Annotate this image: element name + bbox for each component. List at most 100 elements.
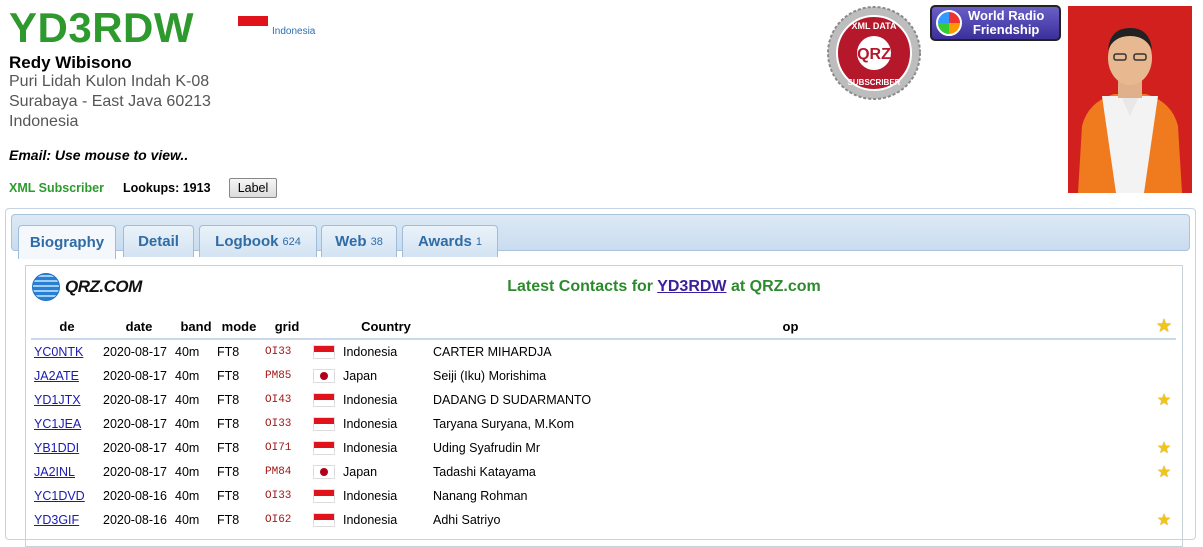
contact-op: Taryana Suryana, M.Kom: [433, 417, 575, 431]
tab-detail[interactable]: Detail: [123, 225, 194, 257]
tab-web[interactable]: Web 38: [321, 225, 397, 257]
address-line-3: Indonesia: [9, 113, 79, 130]
contact-callsign-link[interactable]: YD1JTX: [34, 393, 81, 407]
contact-band: 40m: [175, 465, 200, 479]
col-mode: mode: [217, 314, 261, 340]
tab-awards[interactable]: Awards 1: [402, 225, 498, 257]
contact-grid: PM84: [265, 466, 292, 478]
contact-grid: PM85: [265, 370, 292, 382]
contact-op: CARTER MIHARDJA: [433, 345, 552, 359]
address-line-1: Puri Lidah Kulon Indah K-08: [9, 73, 210, 90]
contact-callsign-link[interactable]: JA2INL: [34, 465, 75, 479]
contact-date: 2020-08-17: [103, 465, 167, 479]
contact-op: Adhi Satriyo: [433, 513, 501, 527]
contact-callsign-link[interactable]: YC1JEA: [34, 417, 81, 431]
country-link[interactable]: Indonesia: [272, 26, 315, 37]
logbook-count: 624: [282, 235, 301, 248]
contact-band: 40m: [175, 417, 200, 431]
contact-date: 2020-08-17: [103, 441, 167, 455]
web-count: 38: [370, 235, 383, 248]
contact-mode: FT8: [217, 513, 240, 527]
contact-country: Indonesia: [343, 513, 398, 527]
col-band: band: [175, 314, 217, 340]
contact-date: 2020-08-17: [103, 393, 167, 407]
contact-mode: FT8: [217, 345, 240, 359]
contact-band: 40m: [175, 393, 200, 407]
star-icon: ★: [1156, 440, 1172, 457]
contact-grid: OI33: [265, 418, 292, 430]
contact-callsign-link[interactable]: YC1DVD: [34, 489, 85, 503]
contact-callsign-link[interactable]: YB1DDI: [34, 441, 79, 455]
star-icon: ★: [1156, 318, 1172, 335]
contact-mode: FT8: [217, 417, 240, 431]
contacts-table: de date band mode grid Country op ★ YC0N…: [31, 314, 1176, 532]
contact-grid: OI33: [265, 490, 292, 502]
col-de: de: [31, 314, 103, 340]
contact-op: Uding Syafrudin Mr: [433, 441, 540, 455]
world-radio-friendship-badge[interactable]: World Radio Friendship: [930, 5, 1061, 41]
contact-band: 40m: [175, 489, 200, 503]
table-row: JA2INL 2020-08-17 40m FT8 PM84 Japan Tadashi K…: [31, 460, 1176, 484]
table-row: YD3GIF 2020-08-16 40m FT8 OI62 Indonesia Adhi …: [31, 508, 1176, 532]
contact-callsign-link[interactable]: JA2ATE: [34, 369, 79, 383]
contact-country: Indonesia: [343, 345, 398, 359]
indonesia-flag-icon: [313, 489, 335, 504]
indonesia-flag-icon: [313, 345, 335, 360]
globe-icon: [936, 10, 962, 36]
contact-op: Seiji (Iku) Morishima: [433, 369, 547, 383]
contact-date: 2020-08-16: [103, 489, 167, 503]
profile-tabs-panel: Biography Detail Logbook 624 Web 38 Awards…: [5, 208, 1196, 547]
callsign-link[interactable]: YD3RDW: [657, 278, 726, 295]
wrf-line-1: World Radio: [968, 8, 1045, 23]
tab-logbook[interactable]: Logbook 624: [199, 225, 317, 257]
japan-flag-icon: [313, 369, 335, 384]
email-hint[interactable]: Email: Use mouse to view..: [9, 147, 188, 163]
contact-mode: FT8: [217, 465, 240, 479]
contact-op: Tadashi Katayama: [433, 465, 536, 479]
table-row: YC0NTK 2020-08-17 40m FT8 OI33 Indonesia CARTE…: [31, 339, 1176, 364]
tab-biography[interactable]: Biography: [18, 225, 116, 259]
contact-date: 2020-08-17: [103, 345, 167, 359]
contact-mode: FT8: [217, 393, 240, 407]
contact-grid: OI62: [265, 514, 292, 526]
indonesia-flag-icon: [313, 441, 335, 456]
contact-band: 40m: [175, 345, 200, 359]
star-icon: ★: [1156, 392, 1172, 409]
contact-country: Japan: [343, 369, 378, 383]
operator-name: Redy Wibisono: [9, 53, 132, 72]
table-row: YB1DDI 2020-08-17 40m FT8 OI71 Indonesia Uding…: [31, 436, 1176, 460]
contact-op: DADANG D SUDARMANTO: [433, 393, 592, 407]
contact-callsign-link[interactable]: YC0NTK: [34, 345, 83, 359]
contact-date: 2020-08-16: [103, 513, 167, 527]
indonesia-flag-icon: [238, 16, 268, 36]
contact-country: Indonesia: [343, 393, 398, 407]
col-grid: grid: [261, 314, 313, 340]
contact-grid: OI43: [265, 394, 292, 406]
contact-date: 2020-08-17: [103, 369, 167, 383]
col-star: ★: [1152, 314, 1176, 340]
callsign-title: YD3RDW: [9, 4, 195, 51]
label-button[interactable]: Label: [229, 178, 277, 198]
indonesia-flag-icon: [313, 393, 335, 408]
contact-callsign-link[interactable]: YD3GIF: [34, 513, 79, 527]
awards-count: 1: [475, 235, 483, 248]
star-icon: ★: [1156, 464, 1172, 481]
table-row: YD1JTX 2020-08-17 40m FT8 OI43 Indonesia DADAN…: [31, 388, 1176, 412]
japan-flag-icon: [313, 465, 335, 480]
star-icon: ★: [1156, 512, 1172, 529]
col-country: Country: [343, 314, 429, 340]
table-row: YC1JEA 2020-08-17 40m FT8 OI33 Indonesia Tarya…: [31, 412, 1176, 436]
contact-country: Indonesia: [343, 441, 398, 455]
indonesia-flag-icon: [313, 417, 335, 432]
xml-subscriber-badge: XML Subscriber: [9, 181, 104, 195]
xml-data-subscriber-seal-icon: QRZ XML DATA SUBSCRIBER: [827, 6, 921, 100]
col-date: date: [103, 314, 175, 340]
seal-qrz-text: QRZ: [857, 46, 891, 63]
seal-top-text: XML DATA: [852, 21, 897, 31]
contact-mode: FT8: [217, 369, 240, 383]
indonesia-flag-icon: [313, 513, 335, 528]
operator-photo: [1068, 6, 1192, 193]
contact-country: Japan: [343, 465, 378, 479]
col-op: op: [429, 314, 1152, 340]
contact-mode: FT8: [217, 489, 240, 503]
